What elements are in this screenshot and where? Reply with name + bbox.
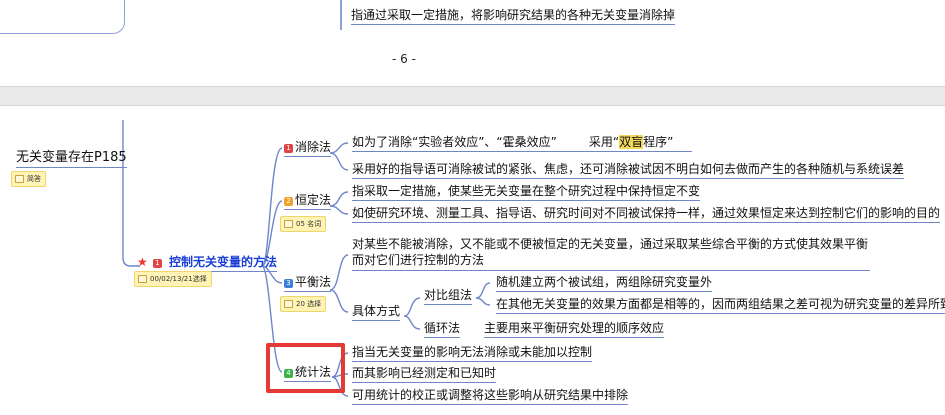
note-icon	[15, 175, 24, 183]
note-icon	[284, 300, 293, 308]
root-topic[interactable]: 无关变量存在P185	[16, 151, 127, 168]
branch-label: 统计法	[295, 365, 332, 379]
note-text: 20 选择	[296, 300, 322, 308]
priority-2-icon: 2	[284, 197, 293, 206]
elimination-item-1: 如为了消除“实验者效应”、“霍桑效应” 采用“双盲程序”	[352, 135, 692, 152]
elimination-item-2: 采用好的指导语可消除被试的紧张、焦虑，还可消除被试因不明白如何去做而产生的各种随…	[352, 162, 905, 179]
item-text: 程序”	[643, 135, 674, 149]
main-topic[interactable]: ★ 1 控制无关变量的方法	[137, 251, 277, 272]
constancy-item-2: 如使研究环境、测量工具、指导语、研究时间对不同被试保持一样，通过效果恒定来达到控…	[352, 206, 941, 223]
statistics-item-3: 可用统计的校正或调整将这些影响从研究结果中排除	[352, 388, 629, 405]
balancing-note-tag[interactable]: 20 选择	[280, 296, 327, 312]
highlight-text: 双盲	[619, 135, 644, 149]
root-note-tag[interactable]: 简答	[11, 171, 46, 187]
cycle-method[interactable]: 循环法	[424, 321, 461, 338]
priority-1-icon: 1	[284, 144, 293, 153]
balancing-item-1: 对某些不能被消除，又不能或不便被恒定的无关变量，通过采取某些综合平衡的方式使其效…	[352, 236, 870, 271]
note-icon	[138, 275, 147, 283]
priority-1-icon: 1	[152, 259, 162, 268]
constancy-item-1: 指采取一定措施，使某些无关变量在整个研究过程中保持恒定不变	[352, 184, 701, 201]
note-text: 00/02/13/21选择	[150, 275, 207, 283]
note-text: 05 名词	[296, 220, 322, 228]
branch-elimination[interactable]: 1 消除法	[284, 140, 332, 157]
statistics-item-1: 指当无关变量的影响无法消除或未能加以控制	[352, 345, 593, 362]
main-topic-label: 控制无关变量的方法	[168, 255, 277, 272]
star-icon: ★	[137, 255, 148, 269]
note-text: 简答	[27, 175, 41, 183]
contrast-item-1: 随机建立两个被试组，两组除研究变量外	[496, 275, 713, 292]
constancy-note-tag[interactable]: 05 名词	[280, 216, 327, 232]
priority-3-icon: 3	[284, 279, 293, 288]
branch-statistics[interactable]: 4 统计法	[284, 365, 332, 382]
contrast-group-method[interactable]: 对比组法	[424, 288, 473, 305]
contrast-item-2: 在其他无关变量的效果方面都是相等的，因而两组结果之差可视为研究变量的差异所致	[496, 297, 945, 314]
statistics-item-2: 而其影响已经测定和已知时	[352, 366, 497, 383]
branch-label: 消除法	[295, 140, 332, 154]
branch-constancy[interactable]: 2 恒定法	[284, 193, 332, 210]
item-text: 如为了消除“实验者效应”、“霍桑效应”	[352, 135, 557, 149]
branch-label: 平衡法	[295, 275, 332, 289]
branch-label: 恒定法	[295, 193, 332, 207]
main-note-tag[interactable]: 00/02/13/21选择	[134, 271, 212, 287]
branch-balancing[interactable]: 3 平衡法	[284, 275, 332, 292]
cycle-item-1: 主要用来平衡研究处理的顺序效应	[484, 321, 665, 338]
priority-4-icon: 4	[284, 369, 293, 378]
balancing-specific[interactable]: 具体方式	[352, 304, 401, 321]
item-text: 采用“	[588, 135, 620, 149]
note-icon	[284, 220, 293, 228]
